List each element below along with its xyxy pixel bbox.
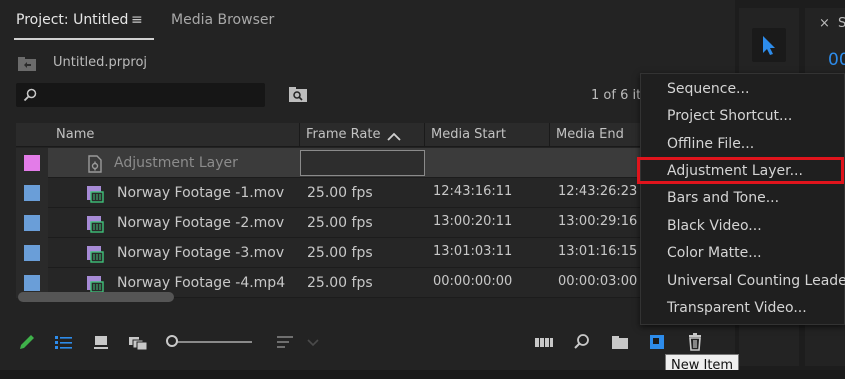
active-tab-underline bbox=[14, 38, 154, 40]
project-filename: Untitled.prproj bbox=[53, 55, 148, 70]
panel-tabs: Project: Untitled ≡ Media Browser bbox=[0, 0, 735, 44]
horizontal-scrollbar[interactable] bbox=[18, 292, 174, 302]
label-color-swatch[interactable] bbox=[24, 275, 40, 291]
new-bin-icon[interactable] bbox=[610, 332, 630, 352]
icon-view-icon[interactable] bbox=[91, 332, 111, 352]
menu-item-black-video[interactable]: Black Video... bbox=[667, 218, 762, 234]
column-header-frame-rate[interactable]: Frame Rate bbox=[306, 127, 380, 142]
project-toolbar bbox=[0, 322, 735, 362]
new-item-menu: Sequence... Project Shortcut... Offline … bbox=[640, 73, 845, 325]
selection-tool-button[interactable] bbox=[752, 28, 786, 62]
automate-to-sequence-icon[interactable] bbox=[534, 332, 554, 352]
label-cell bbox=[16, 238, 48, 268]
panel-menu-icon[interactable]: ≡ bbox=[131, 13, 143, 27]
menu-item-transparent-video[interactable]: Transparent Video... bbox=[667, 300, 807, 316]
menu-item-sequence[interactable]: Sequence... bbox=[667, 81, 749, 97]
search-input[interactable] bbox=[16, 83, 265, 107]
tab-project[interactable]: Project: Untitled bbox=[16, 12, 128, 28]
media-start-value: 13:00:20:11 bbox=[433, 214, 513, 229]
column-header-media-end[interactable]: Media End bbox=[556, 127, 624, 142]
label-cell bbox=[16, 178, 48, 208]
project-panel: Project: Untitled ≡ Media Browser Untitl… bbox=[0, 0, 735, 379]
zoom-slider-track[interactable] bbox=[172, 341, 252, 343]
table-row[interactable]: Adjustment Layer bbox=[16, 148, 640, 178]
media-end-value: 13:00:29:16 bbox=[558, 214, 638, 229]
label-color-swatch[interactable] bbox=[24, 185, 40, 201]
media-start-value: 12:43:16:11 bbox=[433, 184, 513, 199]
item-name: Norway Footage -1.mov bbox=[117, 185, 285, 201]
zoom-slider-handle[interactable] bbox=[166, 335, 178, 347]
list-view-icon[interactable] bbox=[54, 332, 74, 352]
highlight-box bbox=[637, 157, 844, 184]
trash-icon[interactable] bbox=[685, 332, 705, 352]
table-row[interactable]: Norway Footage -2.mov 25.00 fps 13:00:20… bbox=[16, 208, 640, 238]
find-icon[interactable] bbox=[572, 332, 592, 352]
selection-arrow-icon bbox=[763, 36, 775, 55]
media-start-value: 13:01:03:11 bbox=[433, 244, 513, 259]
sort-icons-icon[interactable] bbox=[275, 332, 295, 352]
media-end-value: 13:01:16:15 bbox=[558, 244, 638, 259]
media-start-value: 00:00:00:00 bbox=[433, 274, 513, 289]
column-header-media-start[interactable]: Media Start bbox=[431, 127, 506, 142]
menu-item-universal-counting-leader[interactable]: Universal Counting Leader... bbox=[667, 273, 845, 289]
column-header-name[interactable]: Name bbox=[56, 127, 94, 142]
menu-item-bars-and-tone[interactable]: Bars and Tone... bbox=[667, 190, 779, 206]
frame-rate-value: 25.00 fps bbox=[307, 215, 373, 231]
video-clip-icon bbox=[87, 186, 104, 203]
video-clip-icon bbox=[87, 216, 104, 233]
new-search-bin-icon[interactable] bbox=[288, 86, 308, 103]
video-clip-icon bbox=[87, 276, 104, 293]
adjustment-layer-icon bbox=[88, 155, 102, 173]
label-color-swatch[interactable] bbox=[24, 215, 40, 231]
item-name: Norway Footage -2.mov bbox=[117, 215, 285, 231]
item-name: Norway Footage -3.mov bbox=[117, 245, 285, 261]
table-row[interactable]: Norway Footage -3.mov 25.00 fps 13:01:03… bbox=[16, 238, 640, 268]
freeform-view-icon[interactable] bbox=[128, 332, 148, 352]
menu-item-offline-file[interactable]: Offline File... bbox=[667, 136, 754, 152]
media-end-value: 12:43:26:23 bbox=[558, 184, 638, 199]
sort-ascending-icon bbox=[387, 132, 401, 141]
table-header: Name Frame Rate Media Start Media End bbox=[16, 123, 640, 147]
frame-rate-value: 25.00 fps bbox=[307, 245, 373, 261]
item-count: 1 of 6 it bbox=[591, 88, 642, 103]
label-cell bbox=[16, 208, 48, 238]
close-icon[interactable]: × bbox=[819, 16, 830, 31]
chevron-down-icon[interactable] bbox=[303, 332, 323, 352]
frame-rate-value: 25.00 fps bbox=[307, 275, 373, 291]
new-item-icon[interactable] bbox=[647, 332, 667, 352]
menu-item-project-shortcut[interactable]: Project Shortcut... bbox=[667, 108, 792, 124]
column-divider[interactable] bbox=[424, 123, 425, 147]
panel-title-fragment[interactable]: S bbox=[838, 16, 845, 31]
label-color-swatch[interactable] bbox=[24, 155, 40, 171]
search-icon bbox=[23, 88, 37, 102]
frame-rate-value: 25.00 fps bbox=[307, 185, 373, 201]
menu-item-color-matte[interactable]: Color Matte... bbox=[667, 245, 762, 261]
item-name: Adjustment Layer bbox=[114, 155, 238, 171]
label-color-swatch[interactable] bbox=[24, 245, 40, 261]
bottom-strip bbox=[0, 370, 845, 379]
media-end-value: 00:00:03:00 bbox=[558, 274, 638, 289]
tab-media-browser[interactable]: Media Browser bbox=[171, 12, 274, 28]
label-cell bbox=[16, 148, 48, 178]
table-row[interactable]: Norway Footage -1.mov 25.00 fps 12:43:16… bbox=[16, 178, 640, 208]
project-items-table: Name Frame Rate Media Start Media End Ad… bbox=[16, 123, 640, 308]
item-name: Norway Footage -4.mp4 bbox=[117, 275, 286, 291]
frame-rate-edit-field[interactable] bbox=[300, 150, 425, 176]
column-divider[interactable] bbox=[549, 123, 550, 147]
timecode-display[interactable]: 00 bbox=[828, 50, 845, 70]
pencil-icon[interactable] bbox=[17, 332, 37, 352]
project-folder-icon bbox=[18, 57, 36, 71]
video-clip-icon bbox=[87, 246, 104, 263]
column-divider[interactable] bbox=[299, 123, 300, 147]
